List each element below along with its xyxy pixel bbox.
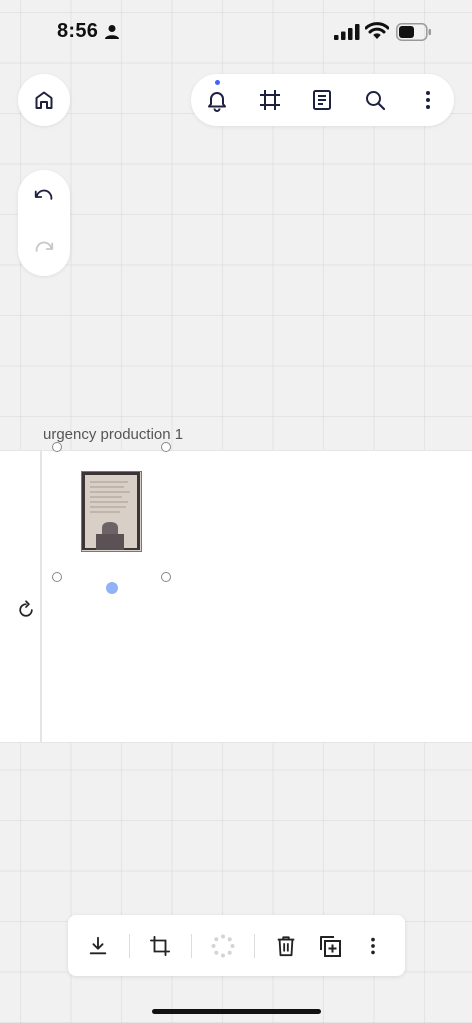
search-button[interactable] xyxy=(362,87,388,113)
redo-button[interactable] xyxy=(31,236,57,262)
redo-icon xyxy=(35,241,54,252)
wifi-icon xyxy=(365,22,389,39)
frames-icon xyxy=(260,90,280,110)
more-vertical-icon xyxy=(426,91,430,109)
cellular-signal-icon xyxy=(334,24,360,40)
frame-divider xyxy=(40,450,42,742)
duplicate-button[interactable] xyxy=(317,933,343,959)
resize-handle-bottom-left[interactable] xyxy=(52,572,62,582)
notification-dot xyxy=(215,80,220,85)
download-icon xyxy=(89,936,107,955)
loading-spinner-icon xyxy=(211,934,235,958)
resize-handle-top-right[interactable] xyxy=(161,442,171,452)
document-photo-image xyxy=(82,472,140,550)
download-button[interactable] xyxy=(85,933,111,959)
photo-of-document[interactable] xyxy=(81,471,142,552)
home-icon xyxy=(35,91,53,109)
loading-button xyxy=(210,933,236,959)
person-icon xyxy=(105,25,119,39)
rotate-icon xyxy=(19,600,33,617)
connector-handle[interactable] xyxy=(106,582,118,594)
frame-title[interactable]: urgency production 1 xyxy=(43,426,183,443)
search-icon xyxy=(366,91,386,111)
home-button[interactable] xyxy=(18,74,70,126)
rotate-handle[interactable] xyxy=(15,599,37,621)
undo-icon xyxy=(34,189,53,200)
crop-button[interactable] xyxy=(147,933,173,959)
toolbar-separator xyxy=(129,934,130,958)
frames-button[interactable] xyxy=(257,87,283,113)
history-controls xyxy=(18,170,70,276)
trash-icon xyxy=(277,936,295,957)
notes-icon xyxy=(313,90,331,110)
bottom-toolbar xyxy=(68,915,405,976)
delete-button[interactable] xyxy=(273,933,299,959)
frame[interactable] xyxy=(0,450,472,743)
top-toolbar xyxy=(191,74,454,126)
more-actions-button[interactable] xyxy=(360,933,386,959)
resize-handle-top-left[interactable] xyxy=(52,442,62,452)
more-vertical-icon xyxy=(371,937,375,955)
bell-icon xyxy=(208,92,226,112)
duplicate-icon xyxy=(320,936,341,957)
status-bar: 8:56 xyxy=(0,0,472,60)
resize-handle-bottom-right[interactable] xyxy=(161,572,171,582)
undo-button[interactable] xyxy=(31,184,57,210)
home-indicator[interactable] xyxy=(152,1009,321,1014)
crop-icon xyxy=(149,935,171,957)
clock-time: 8:56 xyxy=(57,20,99,42)
notifications-button[interactable] xyxy=(204,87,230,113)
more-options-button[interactable] xyxy=(415,87,441,113)
battery-icon xyxy=(396,23,431,41)
notes-button[interactable] xyxy=(309,87,335,113)
toolbar-separator xyxy=(254,934,255,958)
toolbar-separator xyxy=(191,934,192,958)
